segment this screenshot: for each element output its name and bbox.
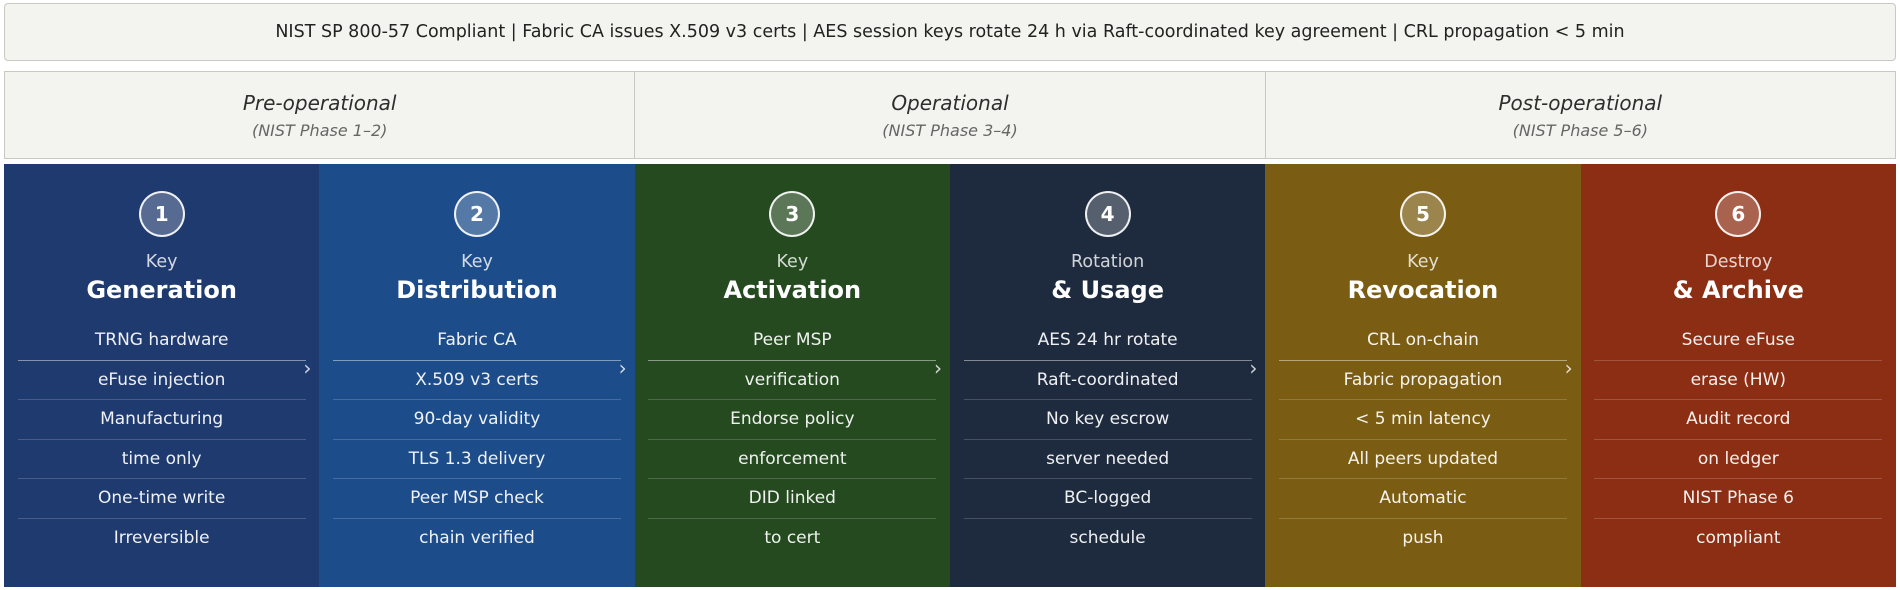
stage-item: TRNG hardware [17, 321, 306, 361]
stage-items: CRL on-chain Fabric propagation < 5 min … [1278, 321, 1567, 557]
stage-item: Raft-coordinated [963, 361, 1252, 400]
phase-pre-operational: Pre-operational (NIST Phase 1–2) [5, 72, 636, 158]
stage-item: time only [17, 440, 306, 479]
phase-operational: Operational (NIST Phase 3–4) [635, 72, 1266, 158]
stage-number-badge: 6 [1715, 191, 1762, 237]
stage-number-badge: 3 [769, 191, 816, 237]
stage-key-revocation: 5 Key Revocation CRL on-chain Fabric pro… [1265, 164, 1581, 587]
stage-item: 90-day validity [332, 400, 621, 440]
stage-prefix: Key [776, 252, 809, 272]
stage-item: Fabric propagation [1278, 361, 1567, 400]
stage-items: TRNG hardware eFuse injection Manufactur… [17, 321, 306, 557]
stage-item: X.509 v3 certs [332, 361, 621, 400]
phase-subtitle: (NIST Phase 5–6) [1512, 120, 1649, 140]
stage-item: Fabric CA [332, 321, 621, 361]
stage-item: TLS 1.3 delivery [332, 440, 621, 479]
phase-title: Pre-operational [242, 90, 397, 115]
phase-header-row: Pre-operational (NIST Phase 1–2) Operati… [4, 71, 1896, 159]
stage-item: server needed [963, 440, 1252, 479]
stage-title: & Usage [1051, 276, 1164, 304]
stage-item: eFuse injection [17, 361, 306, 400]
banner-text: NIST SP 800-57 Compliant | Fabric CA iss… [275, 22, 1625, 42]
stage-item: All peers updated [1278, 440, 1567, 479]
stage-item: enforcement [648, 440, 937, 479]
stage-item: One-time write [17, 479, 306, 519]
stage-rotation-usage: 4 Rotation & Usage AES 24 hr rotate Raft… [949, 164, 1266, 587]
stage-item: compliant [1696, 527, 1781, 548]
stage-item: to cert [764, 527, 821, 548]
stage-item: No key escrow [963, 400, 1252, 440]
chevron-right-icon: › [1564, 356, 1573, 380]
phase-post-operational: Post-operational (NIST Phase 5–6) [1266, 72, 1895, 158]
stage-number-badge: 4 [1084, 191, 1131, 237]
stage-items: Fabric CA X.509 v3 certs 90-day validity… [332, 321, 621, 557]
stage-number-badge: 1 [138, 191, 185, 237]
stage-item: AES 24 hr rotate [963, 321, 1252, 361]
stage-item: Peer MSP check [332, 479, 621, 519]
phase-title: Operational [891, 90, 1009, 115]
stage-item: Manufacturing [17, 400, 306, 440]
stage-destroy-archive: 6 Destroy & Archive Secure eFuse erase (… [1580, 164, 1896, 587]
stage-item: < 5 min latency [1278, 400, 1567, 440]
stage-item: DID linked [648, 479, 937, 519]
stage-title: Generation [86, 276, 237, 304]
stage-key-activation: 3 Key Activation Peer MSP verification E… [634, 164, 950, 587]
stage-items: Peer MSP verification Endorse policy enf… [648, 321, 937, 557]
stage-number-badge: 2 [453, 191, 500, 237]
stage-key-distribution: 2 Key Distribution Fabric CA X.509 v3 ce… [319, 164, 635, 587]
stage-item: verification [648, 361, 937, 400]
stage-item: push [1402, 527, 1444, 548]
phase-subtitle: (NIST Phase 1–2) [251, 120, 388, 140]
stage-item: erase (HW) [1594, 361, 1883, 400]
chevron-right-icon: › [303, 356, 312, 380]
stage-prefix: Destroy [1704, 252, 1773, 272]
stage-key-generation: 1 Key Generation TRNG hardware eFuse inj… [4, 164, 320, 587]
stage-item: Endorse policy [648, 400, 937, 440]
stage-item: on ledger [1594, 440, 1883, 479]
compliance-banner: NIST SP 800-57 Compliant | Fabric CA iss… [4, 3, 1896, 61]
stage-item: NIST Phase 6 [1594, 479, 1883, 519]
stage-item: CRL on-chain [1278, 321, 1567, 361]
lifecycle-stages: 1 Key Generation TRNG hardware eFuse inj… [4, 164, 1896, 587]
stage-items: Secure eFuse erase (HW) Audit record on … [1594, 321, 1883, 557]
stage-prefix: Key [145, 252, 178, 272]
stage-number-badge: 5 [1399, 191, 1446, 237]
stage-item: Peer MSP [648, 321, 937, 361]
stage-item: chain verified [419, 527, 535, 548]
stage-prefix: Rotation [1071, 252, 1145, 272]
chevron-right-icon: › [933, 356, 942, 380]
stage-item: Irreversible [113, 527, 210, 548]
stage-title: Activation [723, 276, 862, 304]
phase-title: Post-operational [1498, 90, 1663, 115]
stage-item: Audit record [1594, 400, 1883, 440]
stage-title: Distribution [396, 276, 558, 304]
stage-item: schedule [1069, 527, 1146, 548]
stage-title: & Archive [1672, 276, 1804, 304]
stage-items: AES 24 hr rotate Raft-coordinated No key… [963, 321, 1252, 557]
stage-item: Secure eFuse [1594, 321, 1883, 361]
chevron-right-icon: › [1249, 356, 1258, 380]
stage-prefix: Key [461, 252, 493, 272]
stage-item: BC-logged [963, 479, 1252, 519]
stage-prefix: Key [1407, 252, 1439, 272]
phase-subtitle: (NIST Phase 3–4) [882, 120, 1018, 140]
stage-title: Revocation [1347, 276, 1499, 304]
chevron-right-icon: › [618, 356, 627, 380]
stage-item: Automatic [1278, 479, 1567, 519]
